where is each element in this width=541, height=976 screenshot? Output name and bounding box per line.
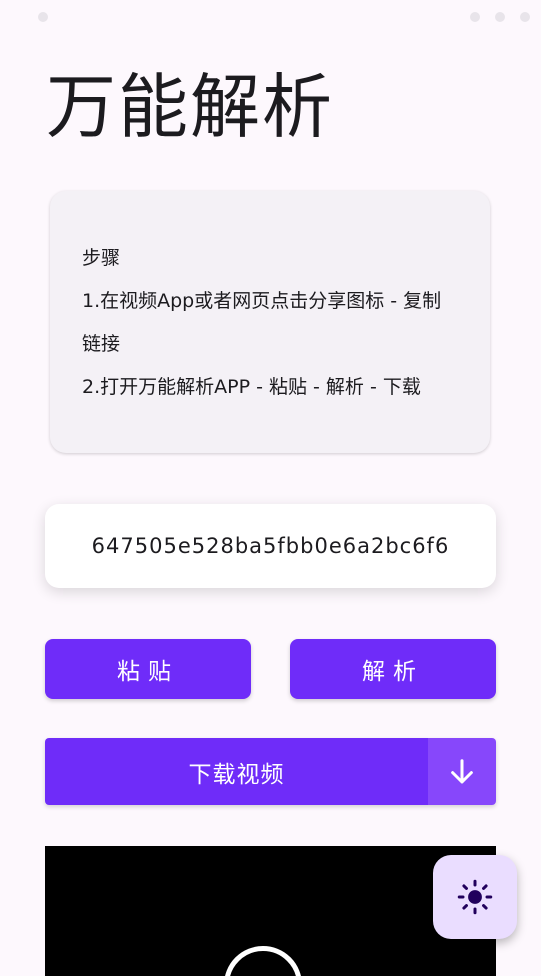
play-icon[interactable] [224,946,302,976]
video-player[interactable] [45,846,496,976]
steps-heading: 步骤 [82,247,121,269]
link-input[interactable]: 647505e528ba5fbb0e6a2bc6f6 [45,504,496,588]
theme-toggle-button[interactable] [433,855,517,939]
download-options-button[interactable] [428,738,496,805]
page-title: 万能解析 [46,66,334,148]
parse-button[interactable]: 解析 [290,639,496,699]
status-bar [0,0,541,34]
wifi-icon [495,12,505,22]
battery-icon [520,12,530,22]
status-icon [38,12,48,22]
step-1-text: 1.在视频App或者网页点击分享图标 - 复制链接 [82,290,442,355]
steps-card: 步骤 1.在视频App或者网页点击分享图标 - 复制链接 2.打开万能解析APP… [50,191,490,453]
step-2-text: 2.打开万能解析APP - 粘贴 - 解析 - 下载 [82,376,421,398]
arrow-down-icon [451,758,473,783]
signal-icon [470,12,480,22]
link-input-value[interactable]: 647505e528ba5fbb0e6a2bc6f6 [92,534,450,558]
download-split-button: 下载视频 [45,738,496,805]
paste-button[interactable]: 粘贴 [45,639,251,699]
sun-icon [457,879,493,915]
download-video-button[interactable]: 下载视频 [45,738,428,805]
